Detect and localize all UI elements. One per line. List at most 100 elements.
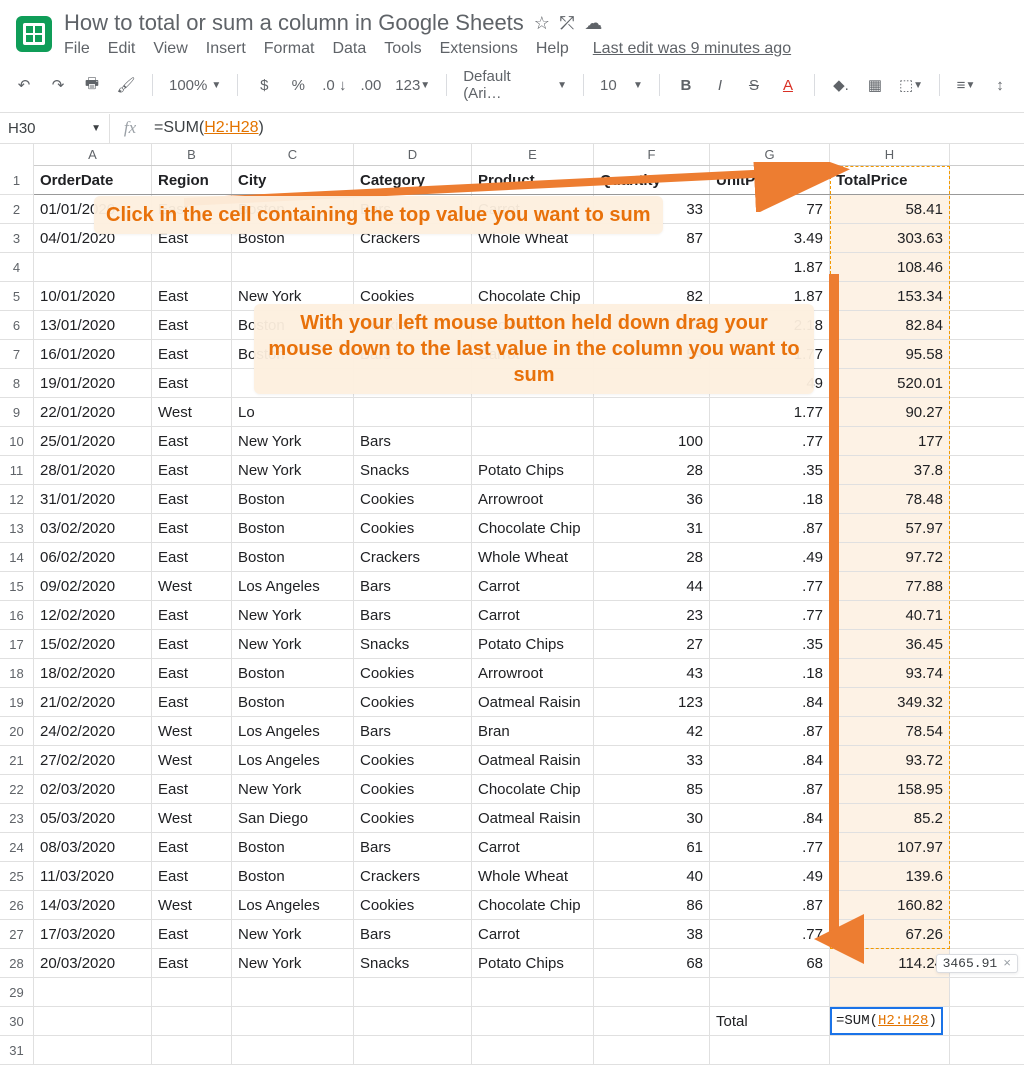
cell[interactable] [594,1036,710,1064]
menu-file[interactable]: File [64,40,90,58]
row-header[interactable]: 13 [0,514,33,543]
cell[interactable] [472,253,594,281]
menu-format[interactable]: Format [264,40,315,58]
cell[interactable] [472,398,594,426]
row-header[interactable]: 27 [0,920,33,949]
cell[interactable]: 25/01/2020 [34,427,152,455]
sheets-logo-icon[interactable] [16,16,52,52]
row-header[interactable]: 8 [0,369,33,398]
row-header[interactable]: 6 [0,311,33,340]
cell[interactable] [710,978,830,1006]
font-size[interactable]: 10 ▼ [600,77,643,94]
row-header[interactable]: 2 [0,195,33,224]
cell[interactable]: Lo [232,398,354,426]
col-header-A[interactable]: A [34,144,152,165]
cell[interactable]: 03/02/2020 [34,514,152,542]
cell[interactable]: 38 [594,920,710,948]
row-header[interactable]: 30 [0,1007,33,1036]
star-icon[interactable]: ☆ [534,13,550,34]
cell[interactable]: 100 [594,427,710,455]
cell[interactable]: Oatmeal Raisin [472,804,594,832]
cell[interactable]: 61 [594,833,710,861]
cell[interactable]: 06/02/2020 [34,543,152,571]
cell[interactable]: .18 [710,485,830,513]
cell[interactable]: East [152,630,232,658]
cell[interactable]: West [152,891,232,919]
cell[interactable] [472,978,594,1006]
cell[interactable] [232,1007,354,1035]
cell[interactable]: Los Angeles [232,891,354,919]
cell[interactable]: 43 [594,659,710,687]
cell[interactable]: 108.46 [830,253,950,281]
row-header[interactable]: 3 [0,224,33,253]
cell[interactable]: Carrot [472,572,594,600]
cell[interactable]: 05/03/2020 [34,804,152,832]
cell[interactable]: Chocolate Chip [472,514,594,542]
row-header[interactable]: 22 [0,775,33,804]
row-header[interactable]: 20 [0,717,33,746]
cell[interactable]: 1.77 [710,398,830,426]
zoom-select[interactable]: 100% ▼ [169,77,221,94]
cell[interactable] [354,253,472,281]
cell[interactable]: Cookies [354,891,472,919]
cell[interactable]: New York [232,630,354,658]
cell[interactable]: Carrot [472,601,594,629]
cell[interactable]: 68 [710,949,830,977]
row-header[interactable]: 31 [0,1036,33,1065]
undo-icon[interactable]: ↶ [14,74,34,96]
cell[interactable]: 12/02/2020 [34,601,152,629]
cell[interactable]: Bars [354,833,472,861]
cell[interactable]: Boston [232,862,354,890]
cell[interactable] [594,978,710,1006]
cell[interactable]: East [152,949,232,977]
cell[interactable]: 33 [594,746,710,774]
percent-icon[interactable]: % [288,74,308,96]
valign-icon[interactable]: ↕ [990,74,1010,96]
cell[interactable]: 28 [594,456,710,484]
cell[interactable]: East [152,659,232,687]
cell[interactable]: East [152,485,232,513]
col-header-E[interactable]: E [472,144,594,165]
cell[interactable]: 86 [594,891,710,919]
redo-icon[interactable]: ↷ [48,74,68,96]
cell[interactable] [830,978,950,1006]
menu-edit[interactable]: Edit [108,40,136,58]
row-header[interactable]: 24 [0,833,33,862]
cell[interactable]: Cookies [354,804,472,832]
cell[interactable]: 82.84 [830,311,950,339]
cell[interactable]: East [152,282,232,310]
cell[interactable]: .87 [710,775,830,803]
menu-help[interactable]: Help [536,40,569,58]
cell[interactable]: New York [232,775,354,803]
cell[interactable]: Arrowroot [472,659,594,687]
row-header[interactable]: 14 [0,543,33,572]
row-header[interactable]: 21 [0,746,33,775]
doc-title[interactable]: How to total or sum a column in Google S… [64,10,524,36]
cell[interactable]: Carrot [472,920,594,948]
cell[interactable]: East [152,543,232,571]
header-cell[interactable]: OrderDate [34,166,152,194]
cell[interactable]: Cookies [354,775,472,803]
cell[interactable] [34,1007,152,1035]
menu-view[interactable]: View [153,40,187,58]
cell[interactable]: .77 [710,920,830,948]
currency-icon[interactable]: $ [254,74,274,96]
cell[interactable]: Carrot [472,833,594,861]
cell[interactable]: =SUM(H2:H28) [830,1007,950,1035]
cell[interactable]: Chocolate Chip [472,775,594,803]
cell[interactable]: Boston [232,543,354,571]
cell[interactable]: 139.6 [830,862,950,890]
cell[interactable]: Cookies [354,485,472,513]
cell[interactable]: 160.82 [830,891,950,919]
row-header[interactable]: 1 [0,166,33,195]
cell[interactable] [472,1007,594,1035]
cell[interactable]: East [152,862,232,890]
cell[interactable]: 78.48 [830,485,950,513]
cell[interactable]: 13/01/2020 [34,311,152,339]
cell[interactable]: 16/01/2020 [34,340,152,368]
col-header-D[interactable]: D [354,144,472,165]
formula-bar[interactable]: =SUM(H2:H28) [150,113,268,143]
row-header[interactable]: 9 [0,398,33,427]
cell[interactable]: East [152,456,232,484]
cell[interactable] [594,398,710,426]
